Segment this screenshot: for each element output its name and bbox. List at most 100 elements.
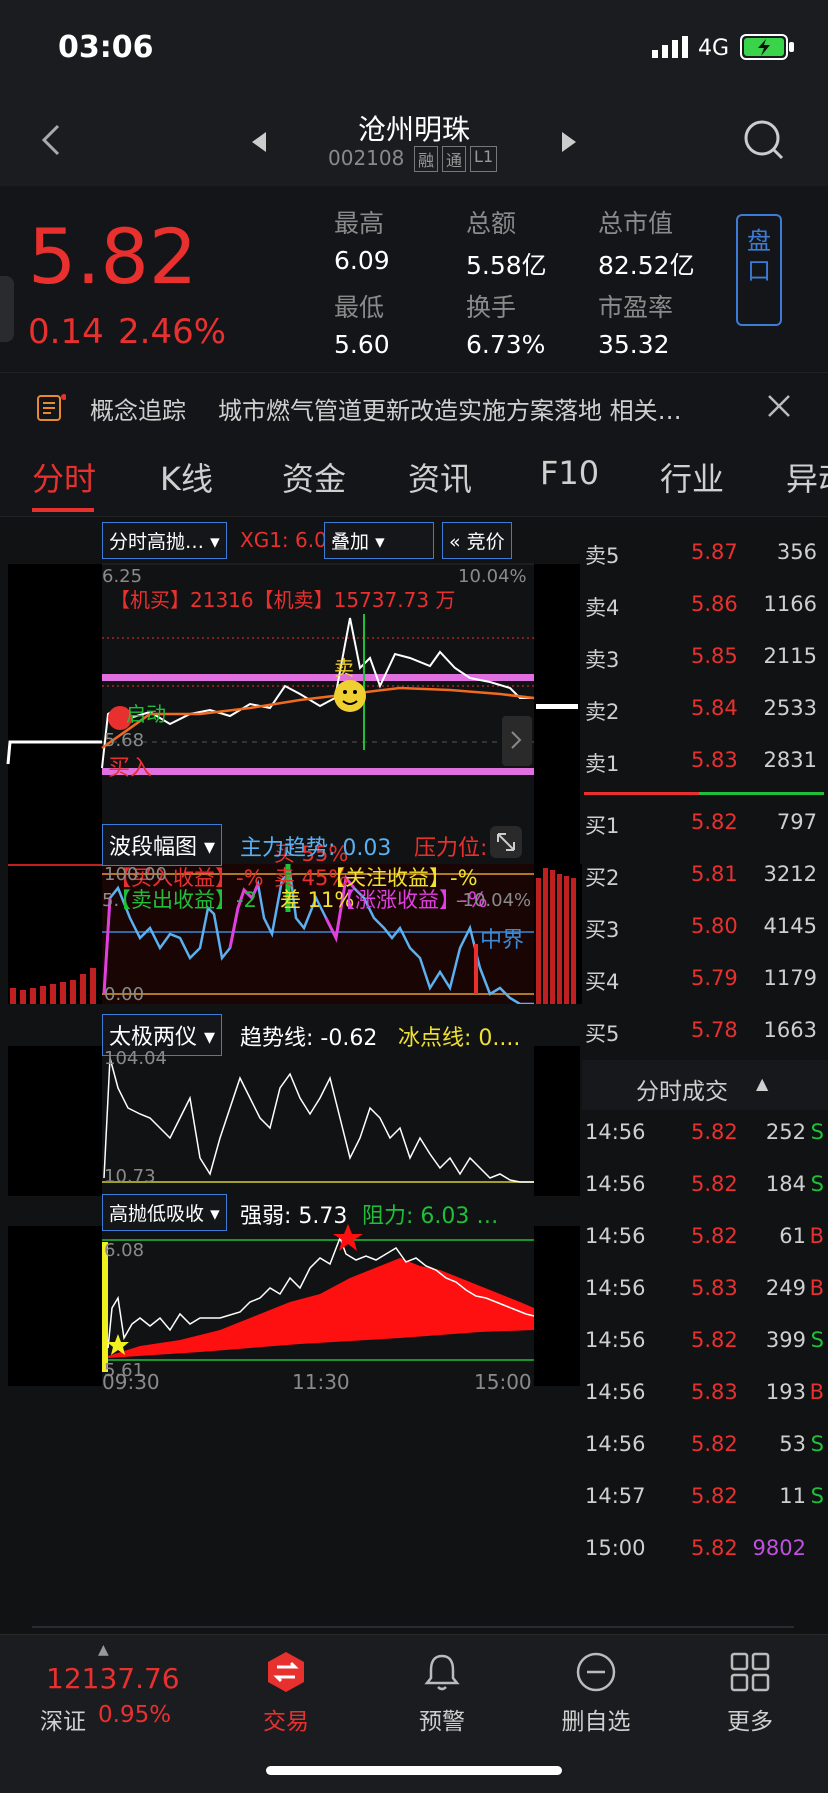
tab-funds[interactable]: 资金 xyxy=(282,454,346,500)
trade-row: 14:56 5.83 249 B xyxy=(583,1264,828,1316)
level-volume: 1166 xyxy=(763,592,817,616)
price-change: 0.14 xyxy=(28,312,104,352)
remove-watchlist-tab[interactable]: 删自选 xyxy=(536,1650,656,1736)
trade-volume: 184 xyxy=(765,1172,806,1196)
level-price: 5.82 xyxy=(691,810,738,834)
trade-volume: 9802 xyxy=(752,1536,806,1560)
tab-bar: 分时 K线 资金 资讯 F10 行业 异动 xyxy=(0,436,828,517)
stock-code: 002108 xyxy=(328,146,405,170)
trade-volume: 193 xyxy=(765,1380,806,1404)
tab-f10[interactable]: F10 xyxy=(540,454,599,492)
indicator-selector-4[interactable]: 高抛低吸收 ▾ xyxy=(102,1194,227,1231)
indicator-selector-2[interactable]: 波段幅图 ▾ xyxy=(102,824,223,866)
level-volume: 1663 xyxy=(763,1018,817,1042)
dropdown-icon: ▾ xyxy=(210,531,220,553)
trade-price: 5.82 xyxy=(691,1120,738,1144)
stat-label: 换手 xyxy=(466,293,517,322)
trade-price: 5.82 xyxy=(691,1432,738,1456)
level-price: 5.81 xyxy=(691,862,738,886)
trade-icon xyxy=(268,1652,304,1692)
side-handle[interactable] xyxy=(0,276,14,342)
trade-time: 14:56 xyxy=(585,1328,646,1352)
indicator-selector-label: 分时高抛… xyxy=(109,531,205,553)
stat-label: 最低 xyxy=(334,293,385,322)
home-indicator[interactable] xyxy=(266,1766,562,1775)
level-volume: 2533 xyxy=(763,696,817,720)
trade-row: 14:56 5.82 61 B xyxy=(583,1212,828,1264)
search-icon[interactable] xyxy=(742,118,786,166)
order-book-row: 卖3 5.85 2115 xyxy=(583,632,823,684)
indicator-selector-main[interactable]: 分时高抛… ▾ xyxy=(102,522,227,559)
chart-area[interactable]: 分时高抛… ▾ XG1: 6.0 叠加 ▾ « 竞价 6.25 10.04% 【… xyxy=(0,518,582,1598)
remove-watchlist-label: 删自选 xyxy=(561,1709,631,1735)
order-book-row: 卖2 5.84 2533 xyxy=(583,684,823,736)
trades-header-label: 分时成交 xyxy=(636,1079,728,1105)
quote-panel: 5.82 0.14 2.46% 最高 6.09 总额 5.58亿 总市值 82.… xyxy=(0,186,828,372)
resistance-value: 阻力: 6.03 … xyxy=(362,1204,499,1229)
trade-side: S xyxy=(810,1120,824,1144)
level-price: 5.86 xyxy=(691,592,738,616)
level-label: 卖3 xyxy=(585,648,620,672)
xg-value: XG1: 6.0 xyxy=(240,528,327,552)
trade-volume: 11 xyxy=(779,1484,806,1508)
panel2-mid-label: 中界 xyxy=(480,928,525,953)
stock-name: 沧州明珠 xyxy=(357,113,470,146)
trades-header[interactable]: 分时成交 ▲ xyxy=(582,1060,828,1110)
expand-icon[interactable] xyxy=(490,826,522,858)
order-book-row: 卖5 5.87 356 xyxy=(583,528,823,580)
trade-tab[interactable]: 交易 xyxy=(226,1650,346,1736)
index-change-pct: 0.95% xyxy=(98,1702,172,1728)
level-volume: 2115 xyxy=(763,644,817,668)
panel2-y-top: 100.00 xyxy=(104,864,167,885)
level-label: 卖1 xyxy=(585,752,620,776)
overlay-button[interactable]: 叠加 ▾ xyxy=(324,522,434,559)
trade-price: 5.83 xyxy=(691,1380,738,1404)
more-tab-label: 更多 xyxy=(727,1709,773,1735)
tab-kline[interactable]: K线 xyxy=(160,454,213,500)
stat-label: 总额 xyxy=(466,209,517,238)
notice-tag: 概念追踪 xyxy=(90,397,186,425)
alert-tab[interactable]: 预警 xyxy=(382,1650,502,1736)
trade-time: 14:57 xyxy=(585,1484,646,1508)
trade-price: 5.82 xyxy=(691,1224,738,1248)
stat-value: 5.58亿 xyxy=(466,251,547,280)
y-bottom-pct-label: -10.04% xyxy=(456,890,532,911)
level-price: 5.78 xyxy=(691,1018,738,1042)
level-price: 5.87 xyxy=(691,540,738,564)
x-axis-label: 15:00 xyxy=(474,1370,532,1394)
auction-button[interactable]: « 竞价 xyxy=(442,522,512,559)
index-value[interactable]: 12137.76 xyxy=(46,1662,180,1695)
trade-time: 15:00 xyxy=(585,1536,646,1560)
trade-volume: 252 xyxy=(765,1120,806,1144)
panel3-y-top: 104.04 xyxy=(104,1048,167,1069)
indicator-selector-label: 高抛低吸收 xyxy=(109,1203,205,1225)
trade-price: 5.82 xyxy=(691,1484,738,1508)
trade-side: S xyxy=(810,1172,824,1196)
notice-bar[interactable]: 概念追踪 城市燃气管道更新改造实施方案落地 相关… xyxy=(0,372,828,437)
trade-time: 14:56 xyxy=(585,1224,646,1248)
order-book-row: 买2 5.81 3212 xyxy=(583,850,823,902)
tab-news[interactable]: 资讯 xyxy=(408,454,472,500)
network-label: 4G xyxy=(698,36,730,61)
level-price: 5.84 xyxy=(691,696,738,720)
indicator-selector-label: 太极两仪 xyxy=(109,1025,198,1050)
stock-badges: 融 通 L1 xyxy=(414,146,498,172)
pankou-button[interactable]: 盘口 xyxy=(736,214,782,326)
level-label: 买1 xyxy=(585,814,620,838)
tab-movement[interactable]: 异动 xyxy=(786,454,828,500)
tab-timeshare[interactable]: 分时 xyxy=(32,454,96,500)
stat-value: 35.32 xyxy=(598,330,670,359)
more-tab[interactable]: 更多 xyxy=(690,1650,810,1736)
indicator-selector-label: 波段幅图 xyxy=(109,835,198,860)
expand-index-icon[interactable]: ▲ xyxy=(98,1642,109,1658)
tab-industry[interactable]: 行业 xyxy=(660,454,724,500)
level-volume: 797 xyxy=(776,810,817,834)
order-book-row: 卖4 5.86 1166 xyxy=(583,580,823,632)
next-stock-icon[interactable] xyxy=(560,130,578,158)
close-icon[interactable] xyxy=(766,393,792,423)
sell-marker: 卖 xyxy=(334,656,354,680)
level-label: 卖5 xyxy=(585,544,620,568)
trade-side: S xyxy=(810,1484,824,1508)
order-book-row: 买1 5.82 797 xyxy=(583,798,823,850)
notice-text[interactable]: 城市燃气管道更新改造实施方案落地 相关… xyxy=(218,391,682,426)
